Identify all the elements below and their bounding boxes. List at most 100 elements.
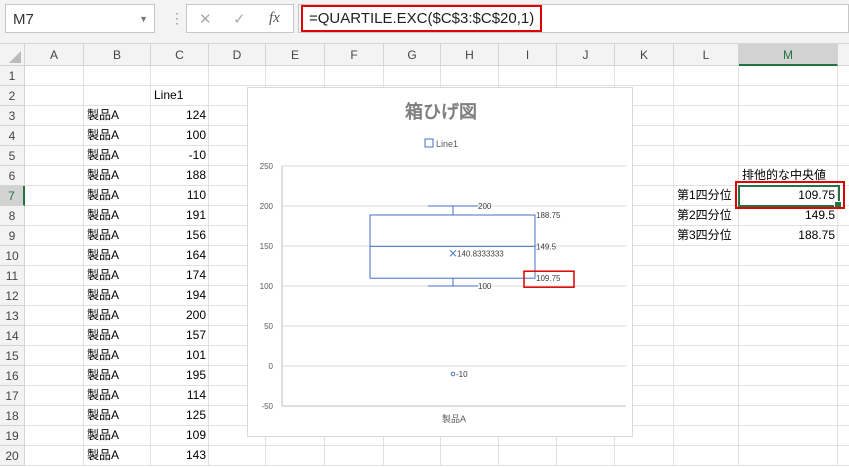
quartile-value-cell[interactable]: 188.75 — [739, 226, 838, 246]
cell[interactable] — [674, 346, 739, 366]
label-cell[interactable]: 製品A — [84, 266, 151, 286]
cell[interactable] — [674, 106, 739, 126]
cell[interactable] — [25, 166, 84, 186]
quartile-label-cell[interactable]: 第2四分位 — [674, 206, 739, 226]
value-cell[interactable]: 164 — [151, 246, 209, 266]
cell[interactable] — [84, 86, 151, 106]
quartile-value-cell[interactable]: 149.5 — [739, 206, 838, 226]
cell[interactable] — [674, 366, 739, 386]
label-cell[interactable]: 製品A — [84, 446, 151, 466]
cell[interactable] — [441, 446, 499, 466]
cell[interactable] — [266, 66, 325, 86]
quartile-label-cell[interactable]: 第1四分位 — [674, 186, 739, 206]
cell[interactable] — [674, 326, 739, 346]
column-header-D[interactable]: D — [209, 44, 266, 66]
column-header-I[interactable]: I — [499, 44, 557, 66]
cell[interactable] — [25, 346, 84, 366]
cell[interactable] — [674, 126, 739, 146]
column-header-K[interactable]: K — [615, 44, 674, 66]
value-cell[interactable]: 143 — [151, 446, 209, 466]
cell[interactable] — [25, 66, 84, 86]
cell[interactable] — [674, 66, 739, 86]
cell[interactable] — [838, 66, 849, 86]
cell[interactable] — [674, 446, 739, 466]
label-cell[interactable]: 製品A — [84, 306, 151, 326]
cell[interactable] — [84, 66, 151, 86]
row-header-2[interactable]: 2 — [0, 86, 25, 106]
cell[interactable] — [557, 66, 615, 86]
cell[interactable] — [838, 126, 849, 146]
cell[interactable] — [838, 286, 849, 306]
column-header-A[interactable]: A — [25, 44, 84, 66]
cell[interactable] — [25, 86, 84, 106]
label-cell[interactable]: 製品A — [84, 286, 151, 306]
value-cell[interactable]: 188 — [151, 166, 209, 186]
cell[interactable] — [674, 266, 739, 286]
column-header-G[interactable]: G — [384, 44, 441, 66]
cell[interactable] — [209, 446, 266, 466]
cell[interactable] — [674, 146, 739, 166]
cell[interactable] — [325, 66, 384, 86]
cell[interactable] — [25, 406, 84, 426]
row-header-10[interactable]: 10 — [0, 246, 25, 266]
cell[interactable] — [384, 66, 441, 86]
label-cell[interactable]: 製品A — [84, 146, 151, 166]
cell[interactable] — [25, 446, 84, 466]
insert-function-icon[interactable]: fx — [269, 10, 280, 27]
cell[interactable] — [441, 66, 499, 86]
cell[interactable] — [25, 106, 84, 126]
label-cell[interactable]: 製品A — [84, 126, 151, 146]
cell[interactable] — [739, 286, 838, 306]
column-header-L[interactable]: L — [674, 44, 739, 66]
value-cell[interactable]: 101 — [151, 346, 209, 366]
column-header-H[interactable]: H — [441, 44, 499, 66]
cell[interactable] — [739, 326, 838, 346]
cell[interactable] — [838, 426, 849, 446]
cell[interactable] — [739, 446, 838, 466]
column-header-J[interactable]: J — [557, 44, 615, 66]
cell[interactable] — [674, 306, 739, 326]
label-cell[interactable]: 製品A — [84, 406, 151, 426]
label-cell[interactable]: 製品A — [84, 386, 151, 406]
cell[interactable] — [25, 286, 84, 306]
cell[interactable] — [838, 246, 849, 266]
row-header-13[interactable]: 13 — [0, 306, 25, 326]
row-header-11[interactable]: 11 — [0, 266, 25, 286]
cell[interactable] — [674, 426, 739, 446]
cell[interactable] — [674, 406, 739, 426]
cell[interactable] — [615, 66, 674, 86]
value-cell[interactable]: 110 — [151, 186, 209, 206]
value-cell[interactable]: 200 — [151, 306, 209, 326]
row-header-1[interactable]: 1 — [0, 66, 25, 86]
cell[interactable] — [838, 306, 849, 326]
label-cell[interactable]: 製品A — [84, 426, 151, 446]
cell[interactable] — [739, 86, 838, 106]
cell[interactable] — [25, 246, 84, 266]
cell[interactable] — [838, 226, 849, 246]
cell[interactable] — [209, 66, 266, 86]
row-header-8[interactable]: 8 — [0, 206, 25, 226]
cell[interactable] — [838, 206, 849, 226]
enter-icon[interactable]: ✓ — [233, 10, 246, 28]
cell[interactable] — [25, 426, 84, 446]
cell[interactable] — [499, 66, 557, 86]
value-cell[interactable]: 125 — [151, 406, 209, 426]
value-cell[interactable]: 194 — [151, 286, 209, 306]
chevron-down-icon[interactable]: ▼ — [139, 14, 148, 24]
row-header-15[interactable]: 15 — [0, 346, 25, 366]
cell[interactable] — [838, 326, 849, 346]
name-box[interactable]: M7 ▼ — [5, 4, 155, 33]
cell[interactable] — [557, 446, 615, 466]
cell[interactable] — [739, 126, 838, 146]
cell[interactable] — [25, 306, 84, 326]
label-cell[interactable]: 製品A — [84, 246, 151, 266]
label-cell[interactable]: 製品A — [84, 206, 151, 226]
label-cell[interactable]: 製品A — [84, 166, 151, 186]
quartile-label-cell[interactable]: 第3四分位 — [674, 226, 739, 246]
cell[interactable] — [25, 266, 84, 286]
cell[interactable] — [838, 106, 849, 126]
cell[interactable] — [325, 446, 384, 466]
cell[interactable] — [838, 346, 849, 366]
column-header-M[interactable]: M — [739, 44, 838, 66]
column-header-F[interactable]: F — [325, 44, 384, 66]
